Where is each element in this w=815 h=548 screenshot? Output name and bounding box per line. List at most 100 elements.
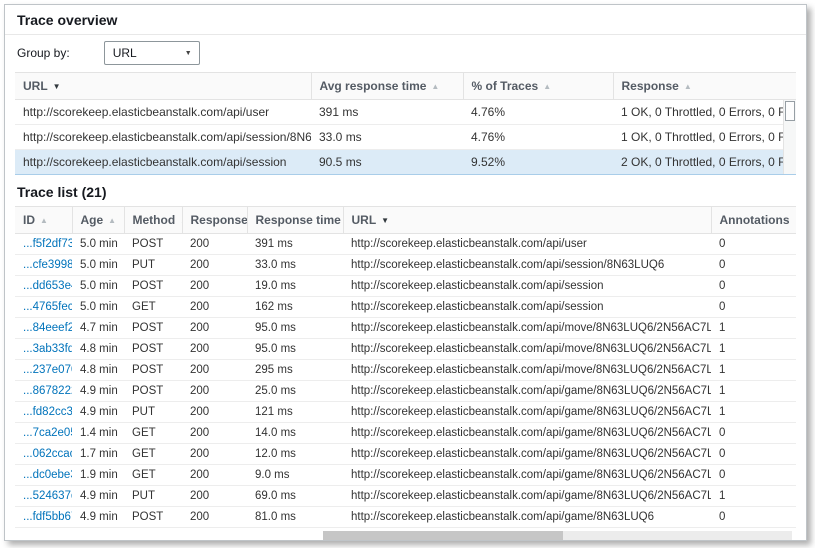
trace-method-cell: PUT [124,402,182,423]
trace-row[interactable]: ...524637dc 4.9 min PUT 200 69.0 ms http… [15,486,796,507]
horizontal-scrollbar-track[interactable] [323,531,792,540]
trace-id-link[interactable]: ...524637dc [23,490,72,502]
trace-id-link[interactable]: ...fdf5bb67 [23,511,72,523]
trace-row[interactable]: ...062ccac5 1.7 min GET 200 12.0 ms http… [15,444,796,465]
overview-avg-response-time-cell: 391 ms [311,100,463,125]
trace-overview-body: http://scorekeep.elasticbeanstalk.com/ap… [15,100,796,175]
trace-id-cell: ...7ca2e05f [15,423,72,444]
trace-response-cell: 200 [182,234,247,255]
overview-response-cell: 2 OK, 0 Throttled, 0 Errors, 0 Faults [613,150,796,175]
trace-overview-row[interactable]: http://scorekeep.elasticbeanstalk.com/ap… [15,125,796,150]
trace-response-time-cell: 162 ms [247,297,343,318]
trace-annotations-cell: 1 [711,318,796,339]
trace-response-time-cell: 19.0 ms [247,276,343,297]
trace-id-link[interactable]: ...cfe39980 [23,259,72,271]
group-by-select[interactable]: URL ▼ [104,41,200,65]
overview-pct-of-traces-cell: 4.76% [463,125,613,150]
trace-age-cell: 1.4 min [72,423,124,444]
trace-url-cell: http://scorekeep.elasticbeanstalk.com/ap… [343,465,711,486]
column-header-age[interactable]: Age▲ [72,207,124,234]
chevron-down-icon: ▼ [185,50,192,57]
trace-overview-title: Trace overview [5,5,806,34]
trace-row[interactable]: ...7ca2e05f 1.4 min GET 200 14.0 ms http… [15,423,796,444]
trace-response-time-cell: 14.0 ms [247,423,343,444]
trace-overview-row[interactable]: http://scorekeep.elasticbeanstalk.com/ap… [15,150,796,175]
trace-response-cell: 200 [182,360,247,381]
vertical-scrollbar-thumb[interactable] [785,101,795,121]
trace-list-header-row: ID▲ Age▲ Method▲ Response▲ Response time… [15,207,796,234]
overview-response-cell: 1 OK, 0 Throttled, 0 Errors, 0 Faults [613,100,796,125]
trace-id-cell: ...f5f2df73 [15,234,72,255]
trace-method-cell: POST [124,339,182,360]
trace-age-cell: 4.8 min [72,360,124,381]
overview-avg-response-time-cell: 90.5 ms [311,150,463,175]
trace-row[interactable]: ...dd653e4c 5.0 min POST 200 19.0 ms htt… [15,276,796,297]
trace-url-cell: http://scorekeep.elasticbeanstalk.com/ap… [343,402,711,423]
trace-id-link[interactable]: ...86782227 [23,385,72,397]
trace-response-cell: 200 [182,486,247,507]
column-label: URL [23,79,48,93]
trace-url-cell: http://scorekeep.elasticbeanstalk.com/ap… [343,444,711,465]
column-header-response[interactable]: Response▲ [182,207,247,234]
trace-row[interactable]: ...fd82cc32 4.9 min PUT 200 121 ms http:… [15,402,796,423]
trace-id-link[interactable]: ...237e0705 [23,364,72,376]
column-header-method[interactable]: Method▲ [124,207,182,234]
trace-url-cell: http://scorekeep.elasticbeanstalk.com/ap… [343,381,711,402]
trace-row[interactable]: ...86782227 4.9 min POST 200 25.0 ms htt… [15,381,796,402]
column-header-annotations[interactable]: Annotations▲ [711,207,796,234]
trace-url-cell: http://scorekeep.elasticbeanstalk.com/ap… [343,297,711,318]
trace-id-link[interactable]: ...4765fec8 [23,301,72,313]
trace-id-link[interactable]: ...fd82cc32 [23,406,72,418]
trace-method-cell: POST [124,318,182,339]
column-label: Response [191,213,248,227]
trace-age-cell: 4.9 min [72,381,124,402]
trace-overview-row[interactable]: http://scorekeep.elasticbeanstalk.com/ap… [15,100,796,125]
column-header-pct-of-traces[interactable]: % of Traces▲ [463,73,613,100]
trace-row[interactable]: ...84eeef29 4.7 min POST 200 95.0 ms htt… [15,318,796,339]
sort-asc-icon: ▲ [684,82,692,91]
trace-url-cell: http://scorekeep.elasticbeanstalk.com/ap… [343,339,711,360]
trace-id-link[interactable]: ...dc0ebe3c [23,469,72,481]
trace-annotations-cell: 0 [711,234,796,255]
trace-url-cell: http://scorekeep.elasticbeanstalk.com/ap… [343,318,711,339]
column-label: URL [352,213,377,227]
trace-method-cell: POST [124,507,182,528]
column-header-response[interactable]: Response▲ [613,73,796,100]
trace-row[interactable]: ...4765fec8 5.0 min GET 200 162 ms http:… [15,297,796,318]
vertical-scrollbar-track[interactable] [783,100,796,174]
trace-panel: Trace overview Group by: URL ▼ URL▼ Avg … [4,4,807,541]
trace-row[interactable]: ...3ab33fdb 4.8 min POST 200 95.0 ms htt… [15,339,796,360]
horizontal-scrollbar-thumb[interactable] [323,531,563,540]
trace-id-cell: ...dd653e4c [15,276,72,297]
trace-id-link[interactable]: ...7ca2e05f [23,427,72,439]
trace-annotations-cell: 1 [711,339,796,360]
trace-id-link[interactable]: ...dd653e4c [23,280,72,292]
trace-id-cell: ...dc0ebe3c [15,465,72,486]
trace-id-link[interactable]: ...3ab33fdb [23,343,72,355]
trace-annotations-cell: 1 [711,381,796,402]
trace-row[interactable]: ...cfe39980 5.0 min PUT 200 33.0 ms http… [15,255,796,276]
trace-method-cell: PUT [124,486,182,507]
column-header-url[interactable]: URL ▼ [343,207,711,234]
trace-row[interactable]: ...f5f2df73 5.0 min POST 200 391 ms http… [15,234,796,255]
trace-row[interactable]: ...fdf5bb67 4.9 min POST 200 81.0 ms htt… [15,507,796,528]
column-header-id[interactable]: ID▲ [15,207,72,234]
trace-row[interactable]: ...237e0705 4.8 min POST 200 295 ms http… [15,360,796,381]
trace-method-cell: GET [124,444,182,465]
overview-url-cell: http://scorekeep.elasticbeanstalk.com/ap… [15,125,311,150]
trace-id-cell: ...fd82cc32 [15,402,72,423]
trace-response-cell: 200 [182,318,247,339]
sort-desc-icon: ▼ [381,216,389,225]
trace-id-link[interactable]: ...f5f2df73 [23,238,72,250]
trace-id-link[interactable]: ...062ccac5 [23,448,72,460]
trace-id-cell: ...062ccac5 [15,444,72,465]
column-header-response-time[interactable]: Response time▲ [247,207,343,234]
trace-id-cell: ...524637dc [15,486,72,507]
column-header-url[interactable]: URL▼ [15,73,311,100]
trace-age-cell: 1.9 min [72,465,124,486]
trace-row[interactable]: ...dc0ebe3c 1.9 min GET 200 9.0 ms http:… [15,465,796,486]
sort-asc-icon: ▲ [108,216,116,225]
column-header-avg-response-time[interactable]: Avg response time▲ [311,73,463,100]
trace-id-link[interactable]: ...84eeef29 [23,322,72,334]
trace-method-cell: POST [124,360,182,381]
